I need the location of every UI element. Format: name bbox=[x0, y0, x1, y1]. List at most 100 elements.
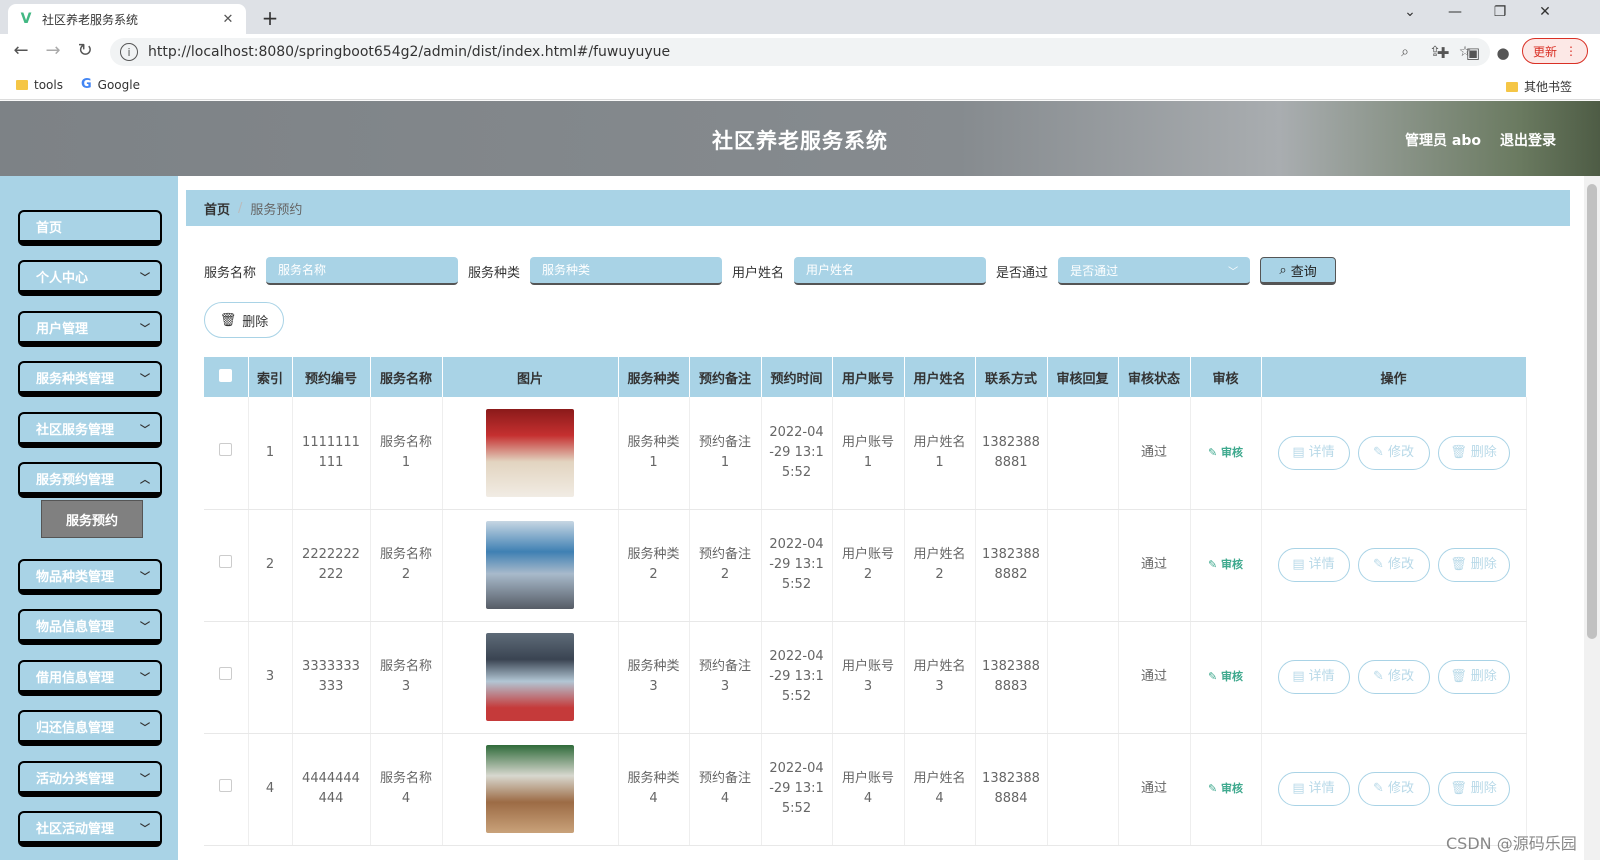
edit-button[interactable]: ✎ 修改 bbox=[1357, 660, 1430, 694]
app-title: 社区养老服务系统 bbox=[712, 129, 888, 153]
sidebar-item-service-type[interactable]: 服务种类管理 ﹀ bbox=[18, 361, 162, 397]
page-scrollbar[interactable] bbox=[1584, 176, 1600, 860]
detail-button[interactable]: ▤ 详情 bbox=[1277, 548, 1350, 582]
edit-icon: ✎ bbox=[1373, 669, 1384, 684]
audit-link[interactable]: ✎ 审核 bbox=[1208, 558, 1243, 571]
select-all-checkbox[interactable] bbox=[219, 368, 233, 382]
window-close-icon[interactable]: ✕ bbox=[1535, 4, 1555, 20]
breadcrumb-home[interactable]: 首页 bbox=[204, 199, 230, 218]
audit-link[interactable]: ✎ 审核 bbox=[1208, 782, 1243, 795]
forward-icon[interactable]: → bbox=[38, 40, 68, 61]
new-tab-icon[interactable]: + bbox=[258, 6, 282, 30]
edit-button[interactable]: ✎ 修改 bbox=[1357, 548, 1430, 582]
sidebar-item-activity-category[interactable]: 活动分类管理 ﹀ bbox=[18, 761, 162, 797]
row-checkbox[interactable] bbox=[219, 779, 233, 792]
sidebar-item-personal-center[interactable]: 个人中心 ﹀ bbox=[18, 260, 162, 296]
folder-icon bbox=[16, 79, 28, 90]
bookmark-google[interactable]: G Google bbox=[81, 77, 140, 92]
minimize-icon[interactable]: — bbox=[1445, 4, 1465, 20]
edit-button[interactable]: ✎ 修改 bbox=[1357, 435, 1430, 470]
sidebar-item-item-type[interactable]: 物品种类管理 ﹀ bbox=[18, 559, 162, 595]
index-cell: 1 bbox=[248, 397, 293, 510]
chevron-up-icon: ︿ bbox=[140, 475, 150, 486]
row-checkbox[interactable] bbox=[219, 442, 233, 456]
audit-link[interactable]: ✎ 审核 bbox=[1208, 446, 1243, 459]
sidebar-subitem-service-booking[interactable]: 服务预约 bbox=[41, 500, 143, 538]
column-header: 审核状态 bbox=[1118, 357, 1191, 397]
breadcrumb: 首页 / 服务预约 bbox=[186, 190, 1570, 226]
sidebar-item-community-activity[interactable]: 社区活动管理 ﹀ bbox=[18, 811, 162, 847]
site-info-icon[interactable]: i bbox=[120, 43, 138, 61]
note-cell: 预约备注2 bbox=[689, 509, 762, 622]
row-checkbox[interactable] bbox=[219, 667, 233, 680]
index-cell: 2 bbox=[248, 509, 293, 622]
sidebar-item-item-info[interactable]: 物品信息管理 ﹀ bbox=[18, 609, 162, 645]
detail-button[interactable]: ▤ 详情 bbox=[1277, 772, 1350, 806]
service-name-input[interactable] bbox=[266, 257, 459, 285]
code-cell: 2222222222 bbox=[292, 509, 371, 622]
other-bookmarks[interactable]: 其他书签 bbox=[1506, 78, 1572, 95]
admin-username: 管理员 abo bbox=[1405, 133, 1481, 149]
bookmark-tools[interactable]: tools bbox=[16, 78, 63, 92]
edit-pen-icon: ✎ bbox=[1207, 670, 1222, 683]
main-content: 首页 / 服务预约 服务名称 服务种类 用户姓名 是否通过 是否通过 ﹀ ⌕ 查… bbox=[178, 176, 1584, 860]
detail-button[interactable]: ▤ 详情 bbox=[1277, 435, 1350, 470]
browser-tabbar: V 社区养老服务系统 ✕ + ⌄ — ❐ ✕ bbox=[0, 0, 1600, 34]
sidebar-item-borrow-info[interactable]: 借用信息管理 ﹀ bbox=[18, 660, 162, 696]
batch-delete-button[interactable]: 🗑 删除 bbox=[204, 302, 284, 338]
sidebar-item-user-management[interactable]: 用户管理 ﹀ bbox=[18, 311, 162, 347]
delete-button[interactable]: 🗑 删除 bbox=[1437, 660, 1510, 694]
service-type-input[interactable] bbox=[530, 257, 723, 285]
image-cell bbox=[442, 509, 619, 622]
bookmarks-bar: tools G Google 其他书签 bbox=[0, 70, 1600, 100]
extensions-icon[interactable]: ✚ bbox=[1432, 44, 1454, 62]
tab-search-icon[interactable]: ⌄ bbox=[1400, 4, 1420, 20]
approved-select[interactable]: 是否通过 ﹀ bbox=[1058, 257, 1251, 285]
delete-button[interactable]: 🗑 删除 bbox=[1437, 435, 1510, 470]
sidebar-item-community-service[interactable]: 社区服务管理 ﹀ bbox=[18, 412, 162, 448]
delete-button[interactable]: 🗑 删除 bbox=[1437, 548, 1510, 582]
profile-icon[interactable]: ● bbox=[1492, 44, 1514, 62]
maximize-icon[interactable]: ❐ bbox=[1490, 4, 1510, 20]
reply-cell bbox=[1047, 621, 1119, 734]
sidebar-item-home[interactable]: 首页 bbox=[18, 210, 162, 246]
scrollbar-thumb[interactable] bbox=[1587, 184, 1597, 639]
edit-button[interactable]: ✎ 修改 bbox=[1357, 772, 1430, 806]
service-type-cell: 服务种类4 bbox=[618, 733, 690, 846]
sidebar-item-return-info[interactable]: 归还信息管理 ﹀ bbox=[18, 710, 162, 746]
row-checkbox[interactable] bbox=[219, 555, 233, 568]
service-name-label: 服务名称 bbox=[204, 265, 257, 281]
account-cell: 用户账号2 bbox=[832, 509, 905, 622]
user-name-input[interactable] bbox=[794, 257, 987, 285]
service-photo bbox=[486, 521, 574, 609]
omnibox[interactable]: i http://localhost:8080/springboot654g2/… bbox=[110, 38, 1490, 66]
delete-button[interactable]: 🗑 删除 bbox=[1437, 772, 1510, 806]
username-cell: 用户姓名4 bbox=[904, 733, 976, 846]
service-photo bbox=[486, 633, 574, 721]
select-all-cell bbox=[204, 357, 249, 397]
audit-link[interactable]: ✎ 审核 bbox=[1208, 670, 1243, 683]
reply-cell bbox=[1047, 509, 1119, 622]
query-button[interactable]: ⌕ 查询 bbox=[1260, 257, 1337, 285]
app-header: 社区养老服务系统 管理员 abo 退出登录 bbox=[0, 101, 1600, 176]
column-header: 审核回复 bbox=[1047, 357, 1119, 397]
detail-button[interactable]: ▤ 详情 bbox=[1277, 660, 1350, 694]
column-header: 用户姓名 bbox=[904, 357, 976, 397]
url-text[interactable]: http://localhost:8080/springboot654g2/ad… bbox=[148, 44, 1390, 60]
sidebar: 首页 个人中心 ﹀ 用户管理 ﹀ 服务种类管理 ﹀ 社区服务管理 ﹀ 服务预约管理 ︿ 服… bbox=[0, 176, 178, 860]
reload-icon[interactable]: ↻ bbox=[70, 40, 100, 61]
sidebar-item-service-booking[interactable]: 服务预约管理 ︿ bbox=[18, 462, 162, 498]
ops-cell: ▤ 详情 ✎ 修改 🗑 删除 bbox=[1261, 397, 1527, 510]
browser-tab[interactable]: V 社区养老服务系统 ✕ bbox=[8, 4, 246, 34]
username-cell: 用户姓名2 bbox=[904, 509, 976, 622]
sidepanel-icon[interactable]: ▣ bbox=[1462, 44, 1484, 62]
audit-cell: ✎ 审核 bbox=[1190, 733, 1262, 846]
edit-pen-icon: ✎ bbox=[1207, 558, 1222, 571]
zoom-icon[interactable]: ⌕ bbox=[1390, 44, 1420, 60]
column-header: 用户账号 bbox=[832, 357, 905, 397]
image-cell bbox=[442, 397, 619, 510]
close-tab-icon[interactable]: ✕ bbox=[220, 12, 236, 27]
back-icon[interactable]: ← bbox=[6, 40, 36, 61]
logout-button[interactable]: 退出登录 bbox=[1500, 130, 1556, 150]
browser-update-button[interactable]: 更新 ⋮ bbox=[1522, 38, 1588, 64]
